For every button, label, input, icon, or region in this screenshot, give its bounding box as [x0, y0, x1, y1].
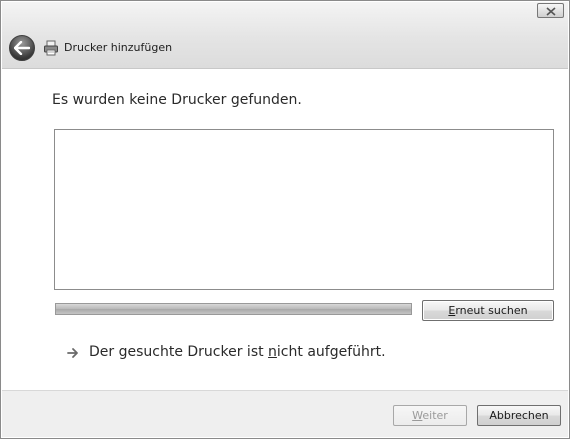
- title-bar: Drucker hinzufügen: [2, 2, 568, 69]
- add-printer-window: Drucker hinzufügen Es wurden keine Druck…: [0, 0, 570, 439]
- page-heading: Es wurden keine Drucker gefunden.: [52, 92, 302, 108]
- printer-icon: [44, 40, 58, 56]
- search-progress-bar: [55, 303, 412, 315]
- printer-not-listed-label[interactable]: Der gesuchte Drucker ist nicht aufgeführ…: [89, 344, 386, 360]
- back-button[interactable]: [9, 35, 35, 61]
- window-title: Drucker hinzufügen: [64, 41, 173, 54]
- rescan-label: rneut suchen: [455, 304, 528, 317]
- next-mnemonic: W: [412, 409, 423, 422]
- printer-list[interactable]: [54, 129, 554, 290]
- close-button[interactable]: [537, 3, 564, 18]
- search-progress-fill: [56, 304, 411, 314]
- cancel-button[interactable]: Abbrechen: [477, 405, 561, 426]
- back-arrow-icon: [14, 41, 30, 55]
- next-label: eiter: [422, 409, 448, 422]
- next-button[interactable]: Weiter: [393, 405, 467, 426]
- arrow-right-icon: [67, 348, 78, 358]
- close-icon: [545, 7, 556, 16]
- rescan-button[interactable]: Erneut suchen: [422, 300, 554, 321]
